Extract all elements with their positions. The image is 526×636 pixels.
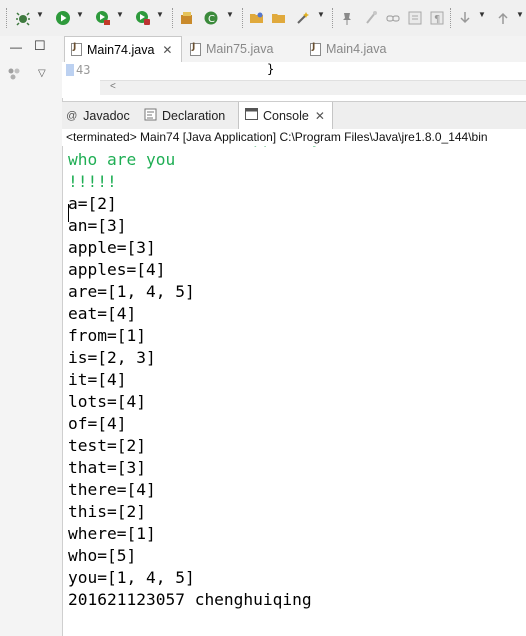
annotation-icon[interactable] [362, 9, 380, 27]
console-line: who=[5] [68, 546, 137, 565]
maximize-button[interactable]: ☐ [34, 38, 46, 54]
run-coverage-icon[interactable] [94, 9, 112, 27]
chevron-down-icon[interactable]: ▼ [76, 10, 84, 19]
tab-console[interactable]: Console ✕ [238, 102, 333, 129]
chevron-down-icon[interactable]: ▼ [226, 10, 234, 19]
open-type-icon[interactable] [270, 9, 288, 27]
close-icon[interactable]: ✕ [162, 43, 172, 57]
view-menu-icon[interactable]: ▽ [38, 68, 46, 79]
wand-icon[interactable] [294, 9, 312, 27]
quick-link-icon[interactable] [384, 9, 402, 27]
console-line: an=[3] [68, 216, 127, 235]
tab-declaration[interactable]: Declaration [144, 102, 240, 129]
toolbar-grip [242, 8, 245, 28]
console-line: a=[2] [68, 194, 117, 213]
left-panel: — ☐ ▽ [0, 36, 63, 636]
tab-label: Console [263, 108, 309, 123]
tab-label: Main4.java [326, 42, 387, 56]
editor-tabbar: Main74.java ✕ Main75.java Main4.java [62, 36, 526, 63]
new-java-class-icon[interactable] [178, 9, 196, 27]
console-line: of=[4] [68, 414, 127, 433]
paragraph-icon[interactable]: ¶ [428, 9, 446, 27]
console-line: test=[2] [68, 436, 146, 455]
console-line-green: !!!!! [68, 172, 117, 191]
toolbar-grip [172, 8, 175, 28]
toolbar-grip [450, 8, 453, 28]
new-java-project-icon[interactable]: C [202, 9, 220, 27]
chevron-down-icon[interactable]: ▼ [478, 10, 486, 19]
open-folder-icon[interactable] [248, 9, 266, 27]
tab-main74[interactable]: Main74.java ✕ [64, 36, 182, 62]
views-tabbar: @ Javadoc Declaration Console ✕ [62, 101, 526, 130]
minimize-button[interactable]: — [10, 40, 22, 54]
external-tools-icon[interactable] [134, 9, 152, 27]
task-icon[interactable] [406, 9, 424, 27]
chevron-down-icon[interactable]: ▼ [36, 10, 44, 19]
run-icon[interactable] [54, 9, 72, 27]
console-line: apple=[3] [68, 238, 156, 257]
line-number: 43 [76, 63, 91, 77]
chevron-down-icon[interactable]: ▼ [317, 10, 325, 19]
tab-label: Declaration [162, 108, 226, 123]
toolbar-grip [332, 8, 335, 28]
chevron-left-icon[interactable]: < [110, 81, 116, 92]
hierarchy-icon[interactable] [7, 67, 21, 85]
tab-label: Main74.java [87, 42, 155, 57]
console-line: lots=[4] [68, 392, 146, 411]
console-line: you=[1, 4, 5] [68, 568, 195, 587]
java-file-icon [310, 42, 321, 56]
debug-icon[interactable] [14, 9, 32, 27]
console-line: is=[2, 3] [68, 348, 156, 367]
close-icon[interactable]: ✕ [315, 109, 325, 123]
console-text: there are lots of apples you eat itwho a… [68, 130, 409, 611]
tab-main4[interactable]: Main4.java [306, 36, 420, 62]
svg-text:C: C [208, 14, 215, 25]
text-cursor [68, 204, 69, 222]
console-icon [245, 108, 258, 123]
breakpoint-marker [66, 64, 74, 76]
toolbar-grip [6, 8, 9, 28]
tab-label: Main75.java [206, 42, 274, 56]
code-brace: } [267, 62, 275, 76]
chevron-down-icon[interactable]: ▼ [116, 10, 124, 19]
tab-label: Javadoc [83, 108, 130, 123]
at-icon: @ [66, 109, 78, 122]
java-file-icon [190, 42, 201, 56]
console-line: there=[4] [68, 480, 156, 499]
console-output[interactable]: there are lots of apples you eat itwho a… [62, 130, 526, 636]
svg-text:¶: ¶ [434, 14, 440, 25]
sort-up-icon[interactable] [494, 9, 512, 27]
console-line: apples=[4] [68, 260, 166, 279]
console-line: that=[3] [68, 458, 146, 477]
sort-down-icon[interactable] [456, 9, 474, 27]
tab-javadoc[interactable]: @ Javadoc [66, 102, 144, 129]
pin-icon[interactable] [338, 9, 356, 27]
console-line: where=[1] [68, 524, 156, 543]
console-line: this=[2] [68, 502, 146, 521]
tab-main75[interactable]: Main75.java [186, 36, 308, 62]
console-line: 201621123057 chenghuiqing [68, 590, 312, 609]
console-line: eat=[4] [68, 304, 137, 323]
console-line: from=[1] [68, 326, 146, 345]
console-line: are=[1, 4, 5] [68, 282, 195, 301]
console-status: <terminated> Main74 [Java Application] C… [62, 129, 526, 146]
console-line-green: who are you [68, 150, 176, 169]
chevron-down-icon[interactable]: ▼ [516, 10, 524, 19]
declaration-icon [144, 108, 157, 124]
console-line: it=[4] [68, 370, 127, 389]
java-file-icon [71, 42, 82, 56]
editor-horizontal-scrollbar[interactable]: < [100, 80, 526, 95]
chevron-down-icon[interactable]: ▼ [156, 10, 164, 19]
main-toolbar: ▼ ▼ ▼ ▼ C ▼ ▼ ¶ ▼ ▼ [0, 0, 526, 37]
